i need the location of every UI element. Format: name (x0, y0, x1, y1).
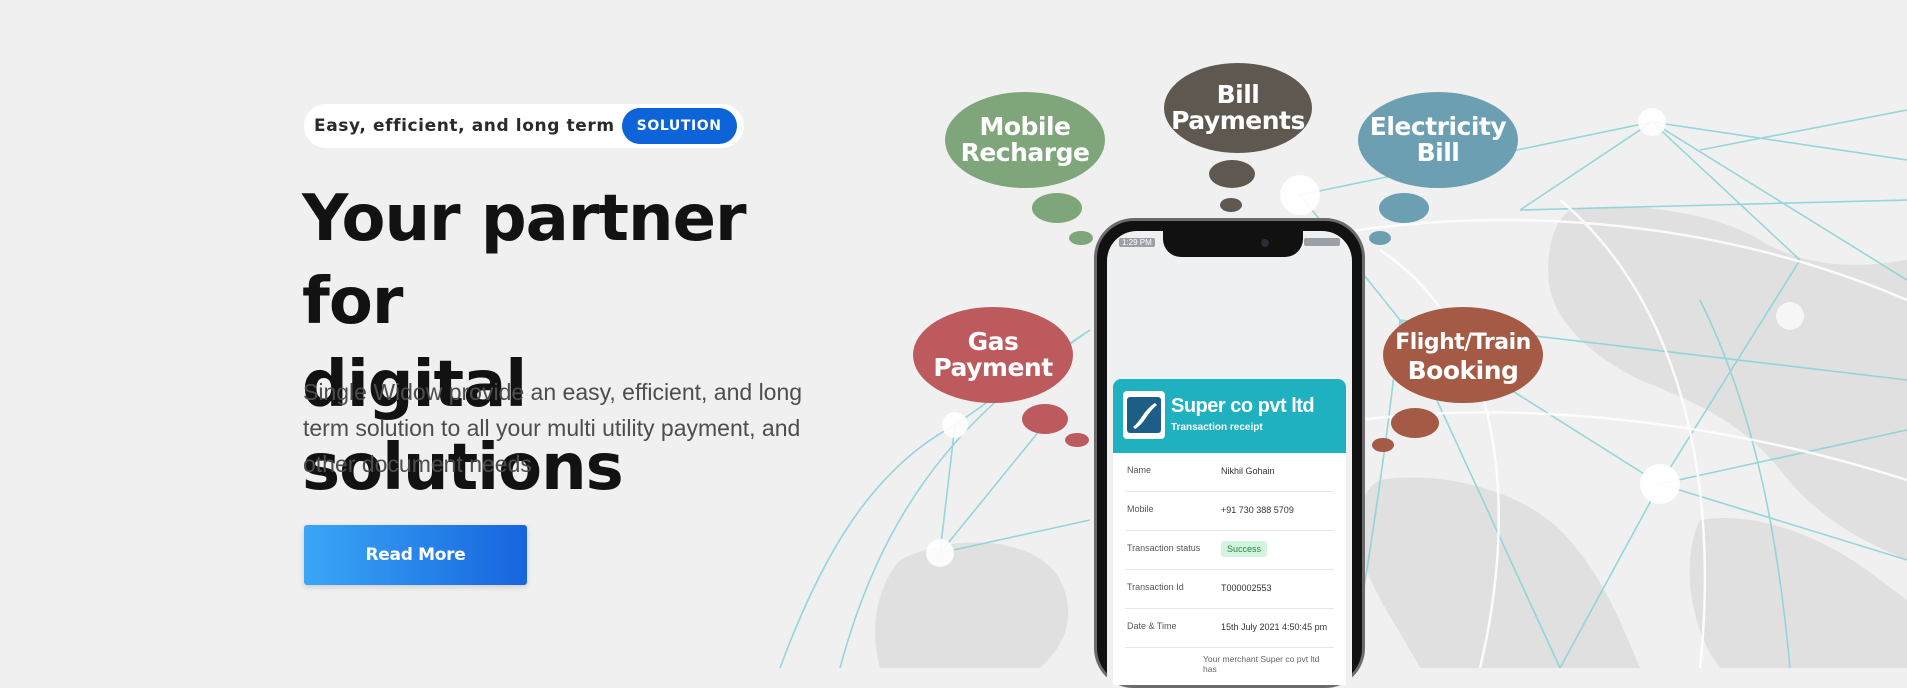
row-value: +91 730 388 5709 (1221, 505, 1294, 515)
row-label: Transaction Id (1127, 582, 1184, 592)
read-more-button[interactable]: Read More (304, 525, 527, 585)
bubble-label-line1: Gas (967, 327, 1019, 356)
receipt-row: Transaction status Success (1125, 531, 1334, 570)
bubble-label-line2: Payment (933, 353, 1053, 382)
phone-mockup: 1:29 PM Super co pvt ltd Transaction rec… (1094, 218, 1365, 688)
bubble-gas-payment: Gas Payment (913, 323, 1073, 387)
receipt-header: Super co pvt ltd Transaction receipt (1113, 379, 1346, 453)
row-value: 15th July 2021 4:50:45 pm (1221, 622, 1328, 632)
bubble-label-line1: Electricity (1369, 112, 1507, 141)
bubble-label-line2: Recharge (960, 138, 1090, 167)
transaction-receipt: Super co pvt ltd Transaction receipt Nam… (1113, 379, 1346, 685)
phone-notch (1163, 231, 1303, 257)
tagline-pill: Easy, efficient, and long term SOLUTION (304, 104, 744, 148)
row-value: Success (1221, 541, 1334, 557)
bubble-electricity-bill: Electricity Bill (1358, 108, 1518, 172)
receipt-subtitle: Transaction receipt (1171, 422, 1263, 433)
row-label: Transaction status (1127, 543, 1201, 553)
bubble-label-line2: Bill (1416, 138, 1460, 167)
bubble-bill-payments: Bill Payments (1164, 76, 1312, 140)
status-time: 1:29 PM (1119, 238, 1155, 247)
row-label: Mobile (1127, 504, 1154, 514)
row-value: T000002553 (1221, 583, 1272, 593)
status-icons (1304, 238, 1340, 246)
bubble-label-line1: Flight/Train (1395, 330, 1531, 355)
bubble-label-line2: Booking (1407, 356, 1519, 385)
receipt-rows: Name Nikhil Gohain Mobile +91 730 388 57… (1113, 453, 1346, 674)
receipt-row: Transaction Id T000002553 (1125, 570, 1334, 609)
hero-description: Single Widow provide an easy, efficient,… (303, 379, 803, 477)
company-logo-icon (1123, 391, 1165, 439)
tagline-text: Easy, efficient, and long term (314, 116, 615, 136)
camera-icon (1261, 239, 1269, 247)
hero-title-line1: Your partner for (302, 182, 747, 339)
bubble-label-line1: Mobile (979, 112, 1071, 141)
status-badge: Success (1221, 541, 1268, 557)
merchant-note: Your merchant Super co pvt ltd has (1203, 654, 1320, 674)
phone-screen: 1:29 PM Super co pvt ltd Transaction rec… (1107, 231, 1352, 685)
receipt-row: Mobile +91 730 388 5709 (1125, 492, 1334, 531)
row-value: Nikhil Gohain (1221, 466, 1275, 476)
row-label: Name (1127, 465, 1152, 475)
bubble-mobile-recharge: Mobile Recharge (945, 108, 1105, 172)
row-label: Date & Time (1127, 621, 1177, 631)
receipt-row: Name Nikhil Gohain (1125, 453, 1334, 492)
bubble-label-line1: Bill (1216, 80, 1260, 109)
bubble-label-line2: Payments (1171, 106, 1305, 135)
company-name: Super co pvt ltd (1171, 395, 1315, 417)
receipt-row: Date & Time 15th July 2021 4:50:45 pm (1125, 609, 1334, 648)
bubble-flight-train-booking: Flight/Train Booking (1383, 325, 1543, 389)
solution-badge: SOLUTION (621, 108, 737, 144)
